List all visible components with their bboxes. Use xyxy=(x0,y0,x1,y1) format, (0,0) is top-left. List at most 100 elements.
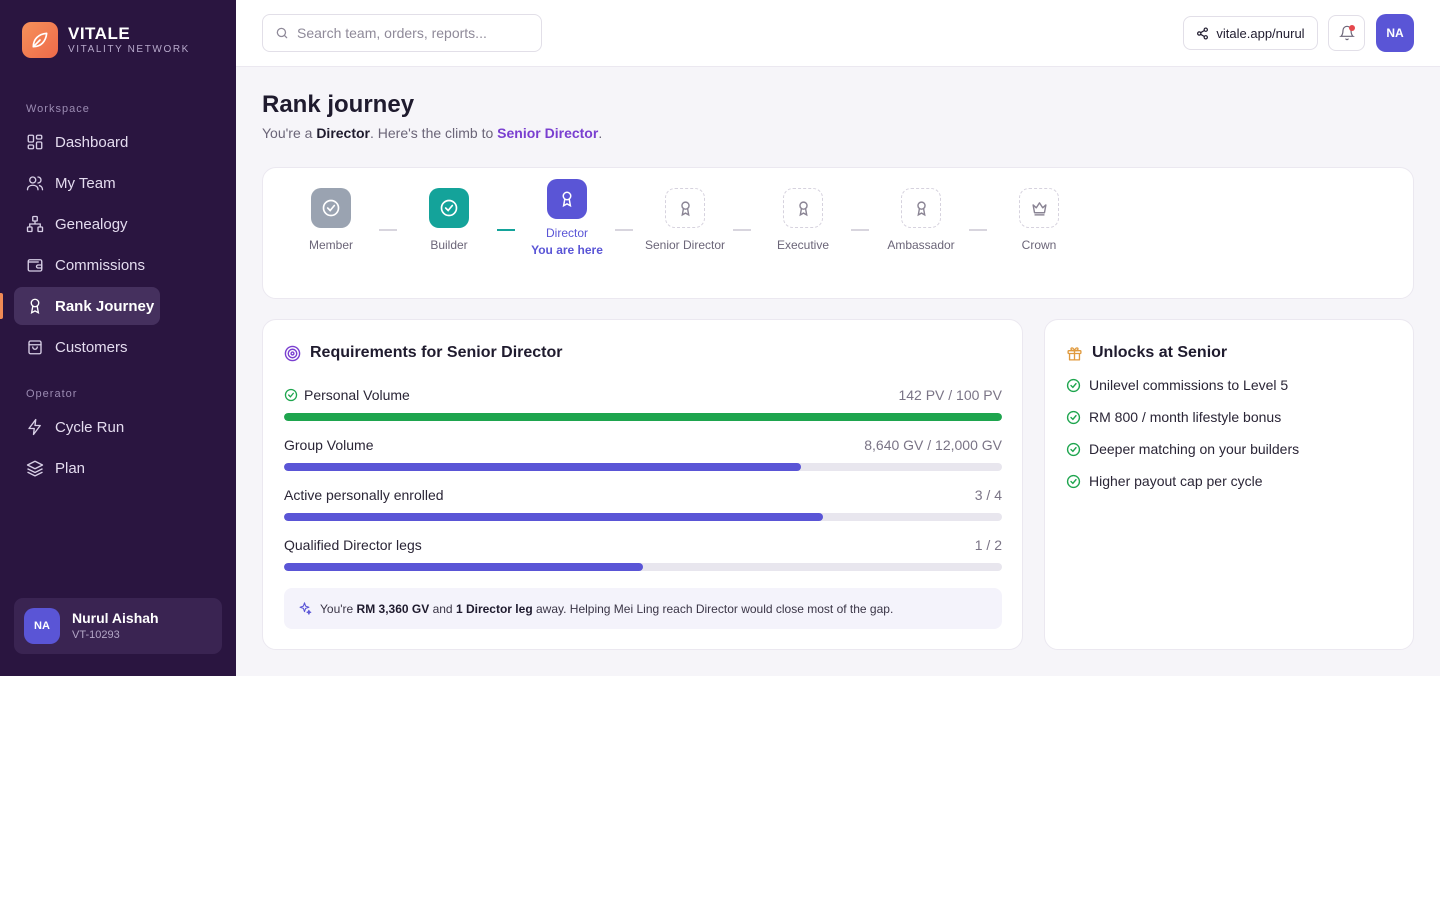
tree-icon xyxy=(26,215,44,233)
requirements-title: Requirements for Senior Director xyxy=(284,344,563,362)
rank-label: Senior Director xyxy=(644,238,726,252)
bag-icon xyxy=(26,338,44,356)
nav-section-workspace: Workspace xyxy=(26,103,90,115)
requirement-value: 142 PV / 100 PV xyxy=(898,387,1002,403)
check-circle-icon xyxy=(284,388,298,402)
unlock-item: Unilevel commissions to Level 5 xyxy=(1066,377,1288,393)
wallet-icon xyxy=(26,256,44,274)
sidebar-item-label: Dashboard xyxy=(55,133,129,151)
check-circle-icon xyxy=(1066,474,1081,489)
rank-step-senior-director: Senior Director xyxy=(625,188,745,254)
rank-stepper: Member Builder Director You are here Sen… xyxy=(262,167,1414,299)
award-icon xyxy=(547,179,587,219)
sidebar-item-cycle-run[interactable]: Cycle Run xyxy=(14,408,160,446)
requirement-value: 1 / 2 xyxy=(974,537,1002,553)
sidebar-item-rank-journey[interactable]: Rank Journey xyxy=(14,287,160,325)
user-name: Nurul Aishah xyxy=(72,610,159,626)
requirement-label: Qualified Director legs xyxy=(284,537,422,553)
unlock-item: Higher payout cap per cycle xyxy=(1066,473,1263,489)
rank-label: Executive xyxy=(776,238,830,252)
page-subtitle: You're a Director. Here's the climb to S… xyxy=(262,125,603,141)
bolt-icon xyxy=(26,418,44,436)
search-icon xyxy=(275,26,289,40)
user-card[interactable]: NA Nurul Aishah VT-10293 xyxy=(14,598,222,654)
sidebar-item-label: Customers xyxy=(55,338,128,356)
sidebar-item-commissions[interactable]: Commissions xyxy=(14,246,160,284)
requirement-director-legs: Qualified Director legs 1 / 2 xyxy=(284,536,1002,571)
award-icon xyxy=(783,188,823,228)
leaf-logo-icon xyxy=(22,22,58,58)
notifications-button[interactable] xyxy=(1328,15,1365,51)
users-icon xyxy=(26,174,44,192)
brand-tagline: VITALITY NETWORK xyxy=(68,43,190,55)
requirement-personal-volume: Personal Volume 142 PV / 100 PV xyxy=(284,386,1002,421)
nav-section-operator: Operator xyxy=(26,388,78,400)
profile-avatar[interactable]: NA xyxy=(1376,14,1414,52)
search-input[interactable] xyxy=(297,25,527,41)
unlock-item: RM 800 / month lifestyle bonus xyxy=(1066,409,1281,425)
progress-bar xyxy=(284,513,1002,521)
user-id: VT-10293 xyxy=(72,629,120,641)
share-link-button[interactable]: vitale.app/nurul xyxy=(1183,16,1318,50)
current-rank: Director xyxy=(316,125,370,141)
rank-label: Builder xyxy=(430,238,468,252)
unlocks-title: Unlocks at Senior xyxy=(1066,344,1227,362)
rank-step-executive: Executive xyxy=(743,188,863,254)
progress-bar xyxy=(284,463,1002,471)
requirement-label: Active personally enrolled xyxy=(284,487,444,503)
gap-hint: You're RM 3,360 GV and 1 Director leg aw… xyxy=(284,588,1002,629)
requirement-group-volume: Group Volume 8,640 GV / 12,000 GV xyxy=(284,436,1002,471)
award-icon xyxy=(901,188,941,228)
share-icon xyxy=(1196,26,1209,40)
check-circle-icon xyxy=(429,188,469,228)
brand[interactable]: VITALE VITALITY NETWORK xyxy=(22,22,190,58)
sidebar-item-customers[interactable]: Customers xyxy=(14,328,160,366)
sidebar-item-label: Commissions xyxy=(55,256,146,274)
sidebar-item-my-team[interactable]: My Team xyxy=(14,164,160,202)
sidebar-item-label: My Team xyxy=(55,174,116,192)
sidebar-item-plan[interactable]: Plan xyxy=(14,449,160,487)
share-link-label: vitale.app/nurul xyxy=(1216,25,1305,41)
sidebar-item-label: Rank Journey xyxy=(55,297,155,315)
sidebar-item-genealogy[interactable]: Genealogy xyxy=(14,205,160,243)
target-icon xyxy=(284,345,301,362)
gap-hint-text: You're RM 3,360 GV and 1 Director leg aw… xyxy=(320,601,894,616)
rank-label: Ambassador xyxy=(887,238,955,252)
progress-bar xyxy=(284,413,1002,421)
search-box[interactable] xyxy=(262,14,542,52)
requirement-label: Personal Volume xyxy=(304,387,410,403)
current-rank-note: You are here xyxy=(531,243,603,257)
requirement-value: 3 / 4 xyxy=(974,487,1002,503)
grid-icon xyxy=(26,133,44,151)
rank-label: Member xyxy=(308,238,353,252)
rank-label: Crown xyxy=(1021,238,1057,252)
next-rank: Senior Director xyxy=(497,125,599,141)
rank-step-member: Member xyxy=(271,188,391,254)
rank-step-crown: Crown xyxy=(979,188,1099,254)
rank-step-builder: Builder xyxy=(389,188,509,254)
active-indicator xyxy=(0,293,3,319)
unlock-item: Deeper matching on your builders xyxy=(1066,441,1299,457)
sidebar-item-label: Plan xyxy=(55,459,86,477)
unlocks-card: Unlocks at Senior Unilevel commissions t… xyxy=(1044,319,1414,650)
notification-dot xyxy=(1349,25,1355,31)
requirements-card: Requirements for Senior Director Persona… xyxy=(262,319,1023,650)
rank-label: Director xyxy=(545,226,588,240)
check-circle-icon xyxy=(311,188,351,228)
sparkle-icon xyxy=(297,601,312,616)
check-circle-icon xyxy=(1066,410,1081,425)
app-shell: VITALE VITALITY NETWORK Workspace Dashbo… xyxy=(0,0,1440,676)
gift-icon xyxy=(1066,345,1083,362)
requirement-value: 8,640 GV / 12,000 GV xyxy=(864,437,1002,453)
main-content: vitale.app/nurul NA Rank journey You're … xyxy=(236,0,1440,676)
requirement-active-enrolled: Active personally enrolled 3 / 4 xyxy=(284,486,1002,521)
sidebar: VITALE VITALITY NETWORK Workspace Dashbo… xyxy=(0,0,236,676)
sidebar-item-dashboard[interactable]: Dashboard xyxy=(14,123,160,161)
avatar: NA xyxy=(24,608,60,644)
sidebar-item-label: Genealogy xyxy=(55,215,128,233)
rank-step-ambassador: Ambassador xyxy=(861,188,981,254)
topbar: vitale.app/nurul NA xyxy=(236,0,1440,67)
rank-step-director: Director You are here xyxy=(507,179,627,259)
page-title: Rank journey xyxy=(262,91,415,118)
award-icon xyxy=(665,188,705,228)
